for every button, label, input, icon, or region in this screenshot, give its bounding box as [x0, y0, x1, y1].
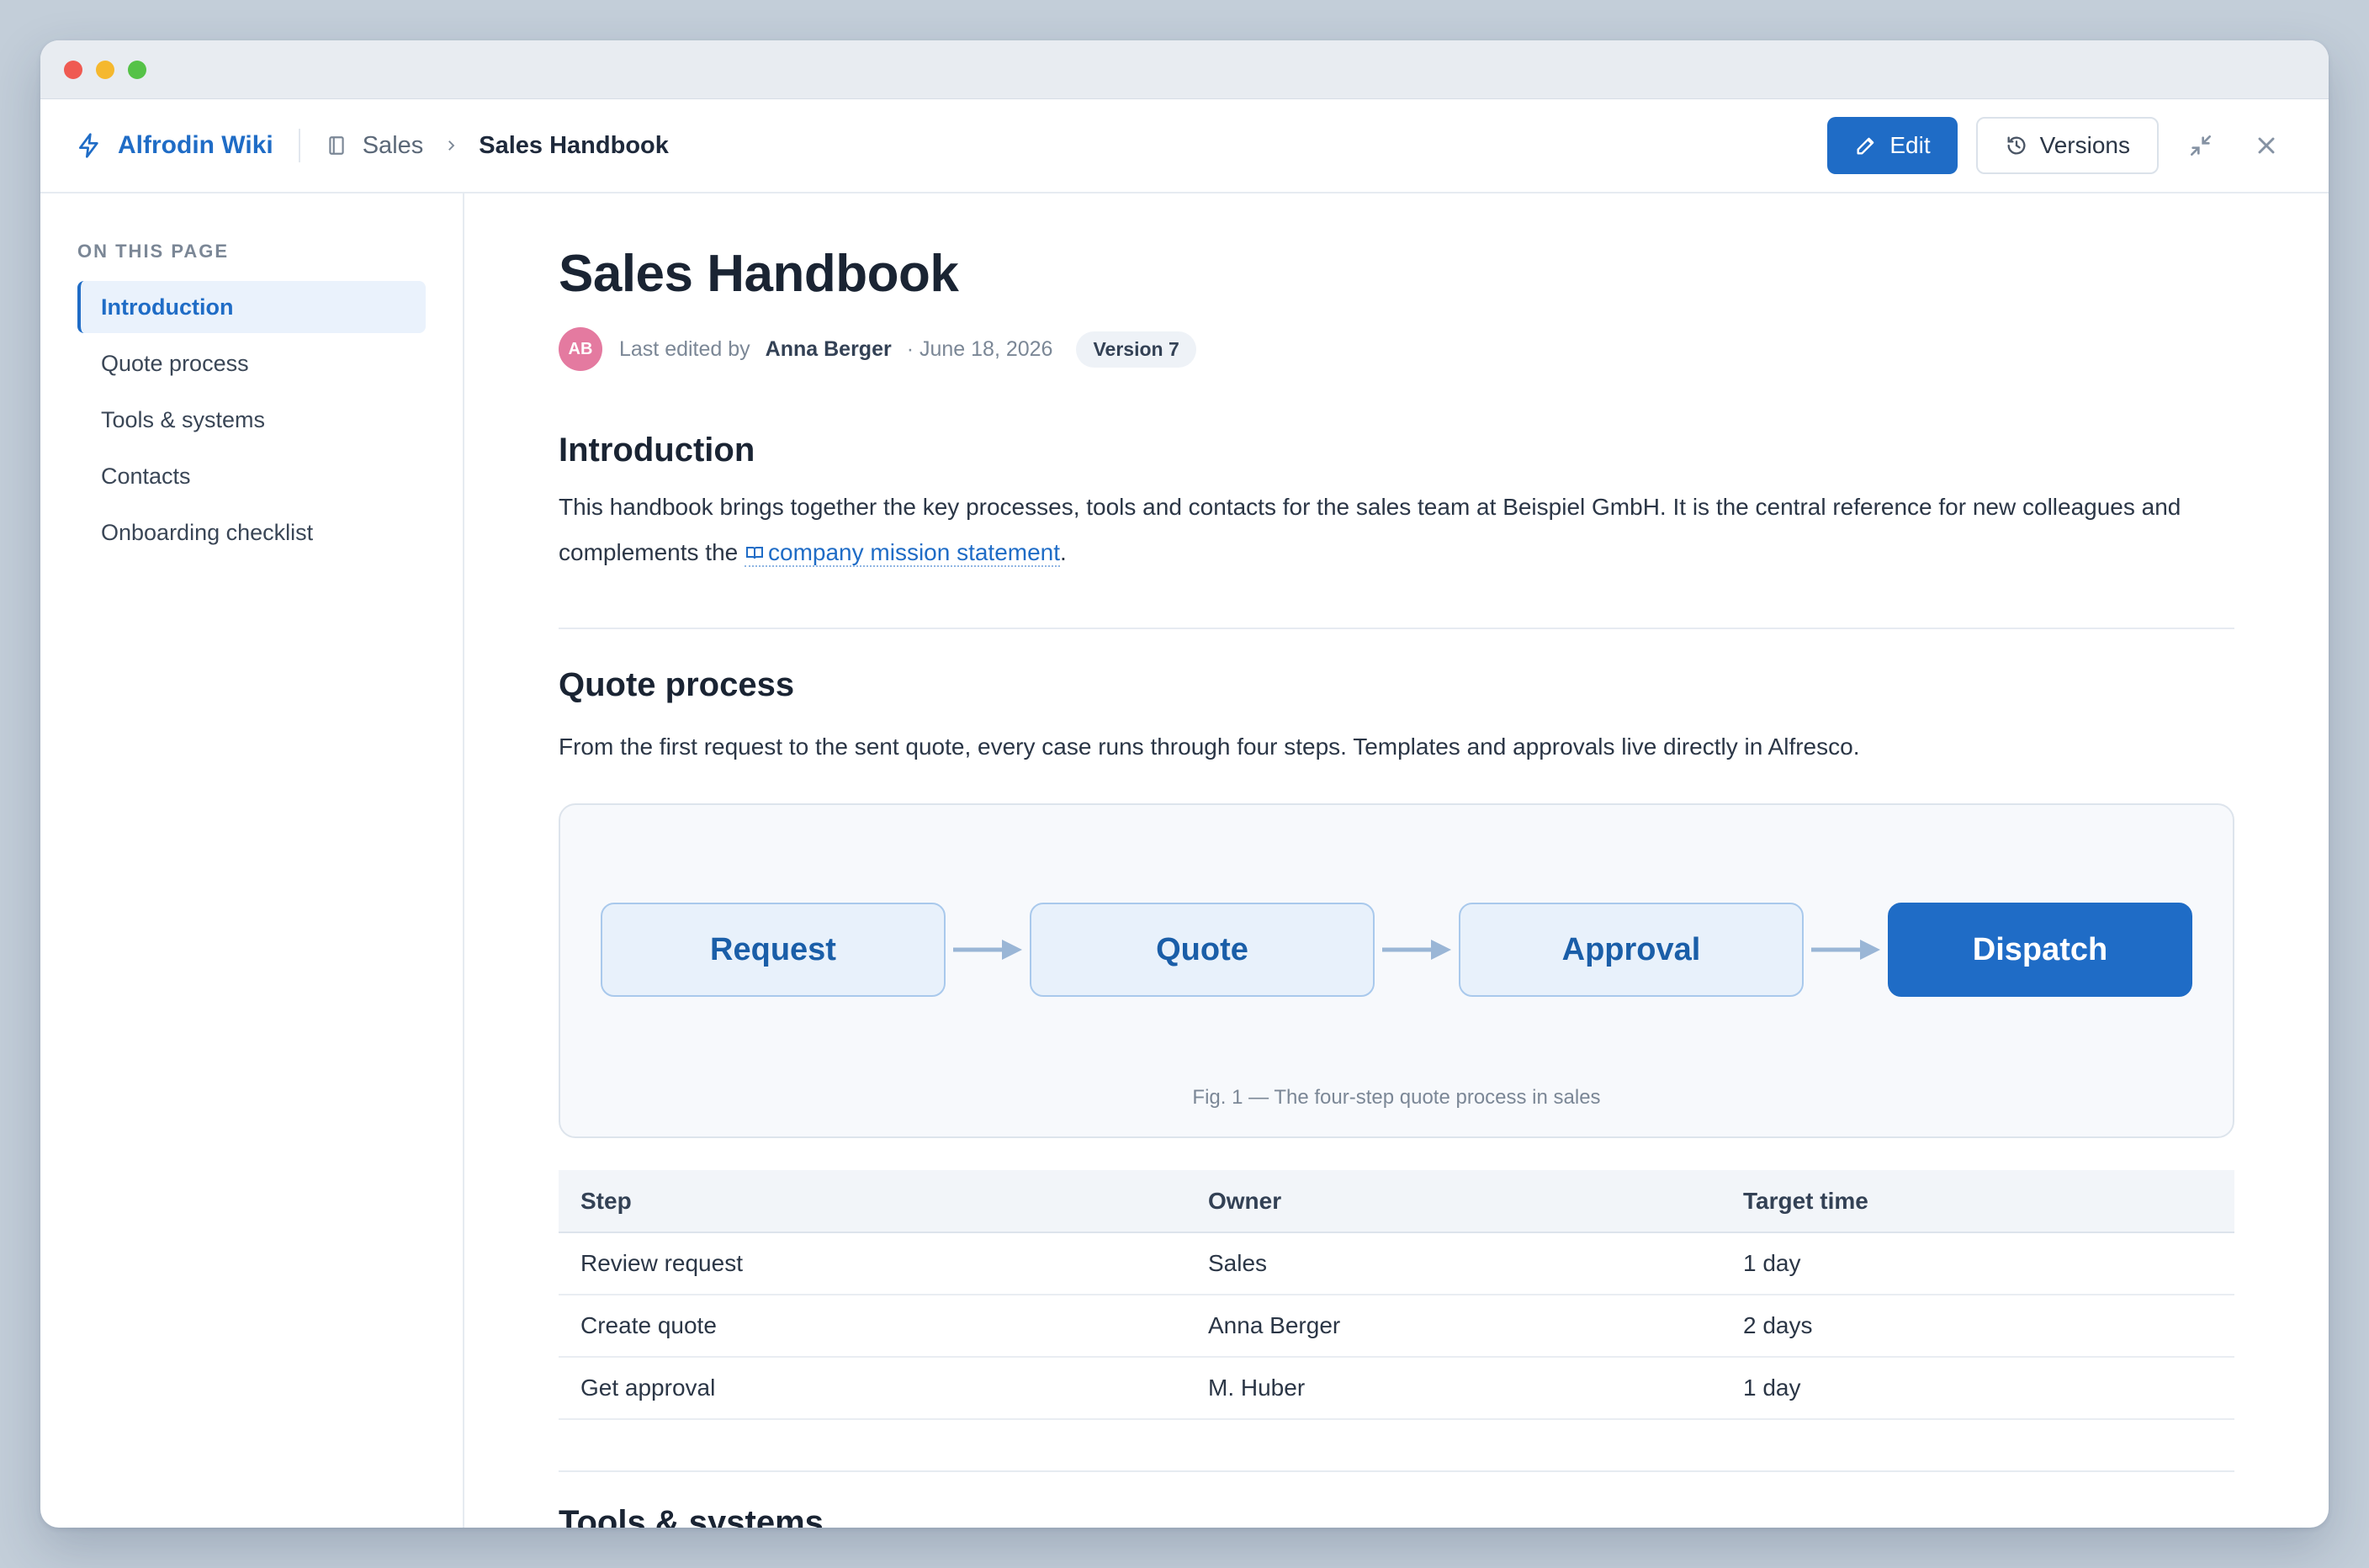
- figure-caption: Fig. 1 — The four-step quote process in …: [1192, 1086, 1601, 1109]
- intro-text-after-link: .: [1060, 539, 1067, 565]
- browser-window: Alfrodin Wiki Sales Sales Handbook Edit …: [40, 40, 2329, 1528]
- breadcrumb-space[interactable]: Sales: [363, 132, 424, 160]
- table-cell: 2 days: [1721, 1295, 2234, 1358]
- introduction-text: This handbook brings together the key pr…: [559, 485, 2234, 575]
- pencil-icon: [1857, 137, 1874, 155]
- quote-process-section: Quote process From the first request to …: [559, 666, 2234, 1420]
- versions-button[interactable]: Versions: [1975, 117, 2159, 174]
- table-header-row: Step Owner Target time: [559, 1170, 2234, 1233]
- book-open-icon: [746, 547, 763, 559]
- steps-table: Step Owner Target time Review request Sa…: [559, 1170, 2234, 1420]
- step-dispatch: Dispatch: [1888, 903, 2192, 997]
- author-name[interactable]: Anna Berger: [766, 337, 892, 362]
- page-meta: AB Last edited by Anna Berger · June 18,…: [559, 327, 2234, 371]
- toc-item-tools-systems[interactable]: Tools & systems: [77, 394, 426, 446]
- table-cell: M. Huber: [1186, 1357, 1721, 1420]
- edit-button[interactable]: Edit: [1827, 117, 1958, 174]
- edit-date: · June 18, 2026: [906, 336, 1053, 361]
- toc-item-quote-process[interactable]: Quote process: [77, 337, 426, 389]
- main-layout: ON THIS PAGE Introduction Quote process …: [40, 193, 2329, 1528]
- versions-button-label: Versions: [2039, 132, 2130, 158]
- column-header-step: Step: [559, 1170, 1186, 1233]
- window-titlebar: [40, 40, 2329, 99]
- table-cell: Sales: [1186, 1232, 1721, 1295]
- lightning-icon: [79, 133, 98, 158]
- process-steps: Request Quote Approval Dispatch: [601, 903, 2192, 997]
- mission-statement-link-text: company mission statement: [768, 539, 1061, 565]
- avatar: AB: [559, 327, 602, 371]
- collapse-button[interactable]: [2177, 122, 2224, 169]
- step-approval: Approval: [1459, 903, 1804, 997]
- step-quote: Quote: [1030, 903, 1375, 997]
- table-row: Create quote Anna Berger 2 days: [559, 1295, 2234, 1358]
- arrow-icon: [1804, 903, 1888, 997]
- process-diagram: Request Quote Approval Dispatch Fig. 1 —…: [559, 803, 2234, 1138]
- introduction-section: Introduction This handbook brings togeth…: [559, 432, 2234, 575]
- book-icon: [329, 136, 344, 155]
- toc-item-onboarding-checklist[interactable]: Onboarding checklist: [77, 506, 426, 559]
- zoom-window-dot[interactable]: [128, 60, 146, 79]
- toc-heading: ON THIS PAGE: [77, 241, 230, 262]
- tools-systems-heading: Tools & systems: [559, 1504, 824, 1528]
- table-cell: Anna Berger: [1186, 1295, 1721, 1358]
- table-cell: 1 day: [1721, 1357, 2234, 1420]
- step-request: Request: [601, 903, 946, 997]
- app-header: Alfrodin Wiki Sales Sales Handbook Edit …: [40, 99, 2329, 193]
- close-window-dot[interactable]: [64, 60, 82, 79]
- close-icon: [2258, 137, 2275, 154]
- introduction-heading: Introduction: [559, 432, 755, 469]
- table-cell: Review request: [559, 1232, 1186, 1295]
- table-cell: Get approval: [559, 1357, 1186, 1420]
- mission-statement-link[interactable]: company mission statement: [745, 539, 1061, 567]
- breadcrumb-current-page: Sales Handbook: [479, 131, 669, 159]
- page-content: Sales Handbook AB Last edited by Anna Be…: [464, 193, 2329, 1528]
- toc-item-introduction[interactable]: Introduction: [77, 281, 426, 333]
- table-row: Review request Sales 1 day: [559, 1232, 2234, 1295]
- history-icon: [2007, 136, 2026, 155]
- toc-sidebar: ON THIS PAGE Introduction Quote process …: [40, 193, 464, 1528]
- table-cell: 1 day: [1721, 1232, 2234, 1295]
- close-button[interactable]: [2243, 122, 2290, 169]
- table-cell: Create quote: [559, 1295, 1186, 1358]
- app-name: Alfrodin Wiki: [118, 131, 273, 159]
- arrow-icon: [1375, 903, 1459, 997]
- quote-process-heading: Quote process: [559, 666, 795, 703]
- section-divider: [559, 1470, 2234, 1472]
- edited-by-prefix: Last edited by: [619, 336, 750, 361]
- arrow-icon: [946, 903, 1030, 997]
- header-actions: Edit Versions: [1827, 117, 2290, 174]
- section-divider: [559, 628, 2234, 629]
- page-title: Sales Handbook: [559, 245, 959, 303]
- quote-process-text: From the first request to the sent quote…: [559, 734, 1860, 760]
- column-header-target-time: Target time: [1721, 1170, 2234, 1233]
- breadcrumb: Sales Sales Handbook: [326, 132, 669, 160]
- edit-button-label: Edit: [1889, 132, 1931, 158]
- version-badge: Version 7: [1076, 331, 1196, 368]
- toc-item-contacts[interactable]: Contacts: [77, 450, 426, 502]
- chevron-right-icon: [448, 140, 455, 151]
- table-row: Get approval M. Huber 1 day: [559, 1357, 2234, 1420]
- minimize-window-dot[interactable]: [96, 60, 114, 79]
- brand-link[interactable]: Alfrodin Wiki: [76, 131, 273, 160]
- column-header-owner: Owner: [1186, 1170, 1721, 1233]
- header-divider: [298, 129, 300, 162]
- collapse-icon: [2191, 135, 2211, 156]
